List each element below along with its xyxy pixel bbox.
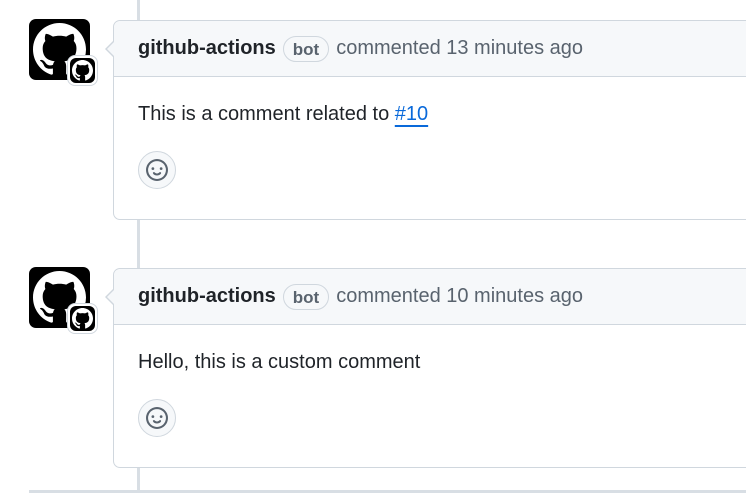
comment-header: github-actions bot commented 10 minutes …	[114, 269, 746, 325]
bot-badge: bot	[282, 283, 330, 310]
github-mark-icon	[72, 308, 93, 329]
github-mark-icon	[72, 60, 93, 81]
comment-box: github-actions bot commented 13 minutes …	[105, 20, 746, 220]
add-reaction-button[interactable]	[138, 151, 176, 189]
comment-text: This is a comment related to	[138, 103, 395, 125]
smiley-icon	[146, 159, 168, 181]
comment-text: Hello, this is a custom comment	[138, 351, 421, 373]
reactions-bar	[114, 399, 746, 467]
author-link[interactable]: github-actions	[138, 37, 276, 60]
bot-badge: bot	[282, 35, 330, 62]
comment-timestamp[interactable]: commented 10 minutes ago	[336, 285, 583, 308]
app-badge	[67, 55, 98, 86]
author-link[interactable]: github-actions	[138, 285, 276, 308]
timeline-divider	[29, 490, 746, 493]
smiley-icon	[146, 407, 168, 429]
avatar[interactable]	[29, 267, 98, 334]
app-badge	[67, 303, 98, 334]
add-reaction-button[interactable]	[138, 399, 176, 437]
avatar[interactable]	[29, 19, 98, 86]
issue-link[interactable]: #10	[395, 103, 428, 125]
comment-header: github-actions bot commented 13 minutes …	[114, 21, 746, 77]
comment-body: Hello, this is a custom comment	[114, 325, 746, 399]
comment-body: This is a comment related to #10	[114, 77, 746, 151]
comment-timestamp[interactable]: commented 13 minutes ago	[336, 37, 583, 60]
reactions-bar	[114, 151, 746, 219]
comment-box: github-actions bot commented 10 minutes …	[105, 268, 746, 468]
